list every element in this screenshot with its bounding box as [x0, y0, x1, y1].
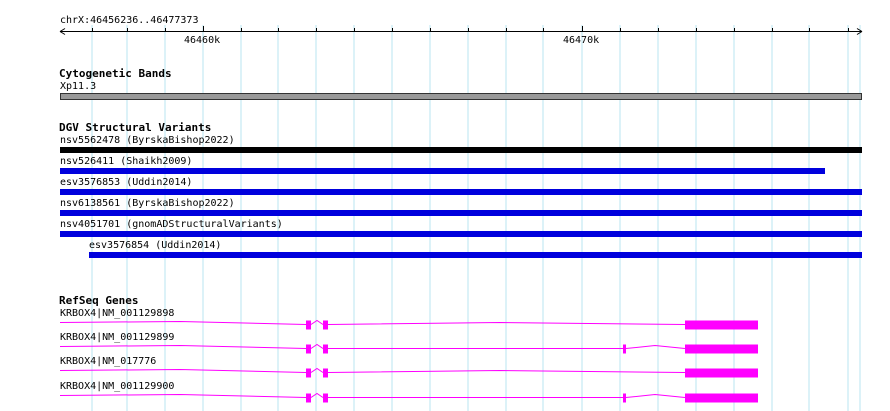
intron-line: [625, 344, 686, 349]
exon-block[interactable]: [306, 393, 311, 403]
exon-block[interactable]: [623, 393, 626, 403]
exon-block[interactable]: [306, 320, 311, 330]
intron-line: [310, 343, 324, 349]
exon-block[interactable]: [685, 368, 758, 378]
exon-block[interactable]: [685, 344, 758, 354]
exon-block[interactable]: [306, 344, 311, 354]
exon-block[interactable]: [623, 344, 626, 354]
exon-block[interactable]: [323, 368, 328, 378]
intron-line: [59, 344, 307, 349]
intron-line: [625, 393, 686, 398]
intron-line: [59, 320, 307, 325]
exon-block[interactable]: [685, 320, 758, 330]
gene-models: [59, 319, 758, 403]
intron-line: [59, 393, 307, 398]
exon-block[interactable]: [323, 320, 328, 330]
intron-line: [310, 392, 324, 398]
genome-browser-view: chrX:46456236..46477373 46460k 46470k Cy…: [0, 0, 890, 411]
intron-line: [327, 369, 686, 373]
exon-block[interactable]: [685, 393, 758, 403]
exon-block[interactable]: [323, 393, 328, 403]
intron-line: [59, 368, 307, 373]
intron-line: [310, 319, 324, 325]
exon-block[interactable]: [306, 368, 311, 378]
intron-line: [327, 321, 686, 325]
exon-block[interactable]: [323, 344, 328, 354]
intron-line: [310, 367, 324, 373]
